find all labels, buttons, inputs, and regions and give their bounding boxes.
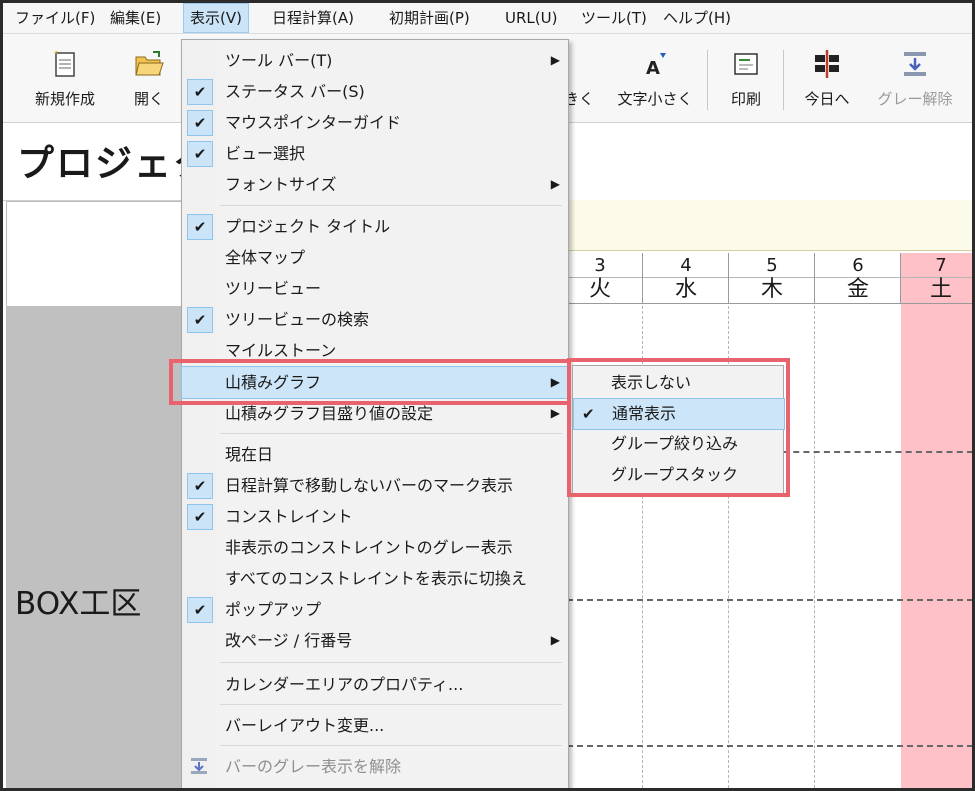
highlight-box bbox=[567, 358, 790, 497]
checkmark-icon: ✔ bbox=[187, 79, 213, 105]
menu-item-current-date[interactable]: 現在日 bbox=[182, 439, 568, 470]
menu-item-fixed-bar-mark[interactable]: ✔ 日程計算で移動しないバーのマーク表示 bbox=[182, 470, 568, 501]
calendar-day: 4 水 bbox=[642, 253, 729, 304]
ungray-icon bbox=[904, 52, 926, 76]
menu-item-page-break[interactable]: 改ページ / 行番号 ▶ bbox=[182, 625, 568, 656]
menu-item-show-all-constraints[interactable]: すべてのコンストレイントを表示に切換え bbox=[182, 563, 568, 594]
view-menu-dropdown: ツール バー(T) ▶ ✔ ステータス バー(S) ✔ マウスポインターガイド … bbox=[181, 39, 569, 788]
today-icon bbox=[815, 50, 839, 78]
menu-item-clear-gray[interactable]: バーのグレー表示を解除 bbox=[182, 751, 568, 782]
menu-item-status-bar[interactable]: ✔ ステータス バー(S) bbox=[182, 76, 568, 107]
menu-initial-plan[interactable]: 初期計画(P) bbox=[383, 3, 476, 33]
checkmark-icon: ✔ bbox=[187, 504, 213, 530]
highlight-box bbox=[169, 359, 571, 405]
font-smaller-icon: A bbox=[646, 53, 666, 79]
grid-line bbox=[814, 306, 815, 788]
today-button[interactable]: 今日へ bbox=[793, 42, 861, 118]
toolbar-separator bbox=[783, 50, 784, 110]
checkmark-icon: ✔ bbox=[187, 110, 213, 136]
menu-item-tree-view[interactable]: ツリービュー bbox=[182, 273, 568, 304]
group-label: BOX工区 bbox=[15, 586, 142, 622]
calendar-day: 3 火 bbox=[556, 253, 643, 304]
checkmark-icon: ✔ bbox=[187, 141, 213, 167]
menu-item-constraint[interactable]: ✔ コンストレイント bbox=[182, 501, 568, 532]
tree-header bbox=[6, 201, 183, 307]
checkmark-icon: ✔ bbox=[187, 214, 213, 240]
submenu-arrow-icon: ▶ bbox=[550, 633, 560, 647]
menu-item-tree-search[interactable]: ✔ ツリービューの検索 bbox=[182, 304, 568, 335]
menu-view[interactable]: 表示(V) bbox=[183, 3, 249, 33]
calendar-day: 5 木 bbox=[728, 253, 815, 304]
ungray-button[interactable]: グレー解除 bbox=[869, 42, 961, 118]
menu-url[interactable]: URL(U) bbox=[499, 3, 563, 33]
checkmark-icon: ✔ bbox=[187, 597, 213, 623]
new-document-icon bbox=[53, 50, 75, 77]
menu-help[interactable]: ヘルプ(H) bbox=[657, 3, 737, 33]
menu-separator bbox=[220, 662, 562, 663]
font-smaller-button[interactable]: A 文字小さく bbox=[609, 42, 701, 118]
checkmark-icon: ✔ bbox=[187, 307, 213, 333]
menu-item-hidden-constraint-gray[interactable]: 非表示のコンストレイントのグレー表示 bbox=[182, 532, 568, 563]
row-divider bbox=[567, 745, 972, 747]
menu-item-bar-layout[interactable]: バーレイアウト変更... bbox=[182, 710, 568, 741]
ungray-icon bbox=[191, 758, 207, 774]
menu-bar: ファイル(F) 編集(E) 表示(V) 日程計算(A) 初期計画(P) URL(… bbox=[3, 3, 972, 34]
new-button[interactable]: 新規作成 bbox=[25, 42, 105, 118]
menu-item-view-select[interactable]: ✔ ビュー選択 bbox=[182, 138, 568, 169]
open-folder-icon bbox=[135, 51, 164, 76]
submenu-arrow-icon: ▶ bbox=[550, 53, 560, 67]
app-window: ファイル(F) 編集(E) 表示(V) 日程計算(A) 初期計画(P) URL(… bbox=[0, 0, 975, 791]
menu-schedule[interactable]: 日程計算(A) bbox=[266, 3, 360, 33]
print-button[interactable]: 印刷 bbox=[715, 42, 777, 118]
menu-item-toolbar[interactable]: ツール バー(T) ▶ bbox=[182, 45, 568, 76]
menu-file[interactable]: ファイル(F) bbox=[9, 3, 101, 33]
svg-text:A: A bbox=[646, 58, 660, 79]
menu-item-overview-map[interactable]: 全体マップ bbox=[182, 242, 568, 273]
menu-tools[interactable]: ツール(T) bbox=[575, 3, 653, 33]
menu-item-project-title[interactable]: ✔ プロジェクト タイトル bbox=[182, 211, 568, 242]
row-divider bbox=[783, 451, 972, 453]
menu-item-popup[interactable]: ✔ ポップアップ bbox=[182, 594, 568, 625]
calendar-day: 7 土 bbox=[900, 253, 972, 304]
toolbar-separator bbox=[707, 50, 708, 110]
saturday-column bbox=[901, 253, 972, 788]
calendar-month-strip bbox=[563, 200, 972, 251]
submenu-arrow-icon: ▶ bbox=[550, 177, 560, 191]
menu-item-calendar-properties[interactable]: カレンダーエリアのプロパティ... bbox=[182, 669, 568, 700]
checkmark-icon: ✔ bbox=[187, 473, 213, 499]
menu-item-font-size[interactable]: フォントサイズ ▶ bbox=[182, 169, 568, 200]
menu-separator bbox=[220, 205, 562, 206]
menu-item-mouse-guide[interactable]: ✔ マウスポインターガイド bbox=[182, 107, 568, 138]
menu-separator bbox=[220, 433, 562, 434]
calendar-day: 6 金 bbox=[814, 253, 901, 304]
print-icon bbox=[734, 53, 758, 75]
menu-edit[interactable]: 編集(E) bbox=[104, 3, 167, 33]
menu-separator bbox=[220, 745, 562, 746]
open-button[interactable]: 開く bbox=[121, 42, 177, 118]
menu-separator bbox=[220, 704, 562, 705]
tree-area bbox=[6, 306, 183, 788]
row-divider bbox=[567, 599, 972, 601]
